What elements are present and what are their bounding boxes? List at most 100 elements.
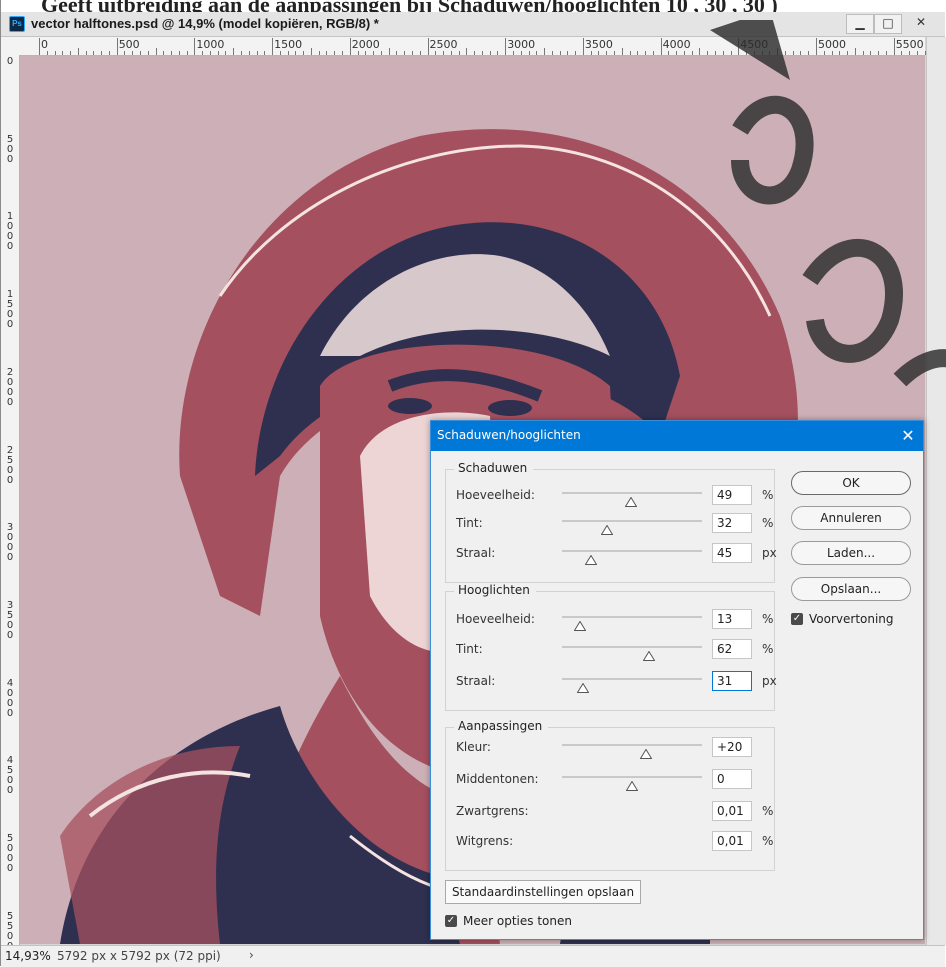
checkmark-icon: ✓: [792, 613, 802, 624]
value-input[interactable]: 49: [712, 485, 752, 505]
document-titlebar[interactable]: Ps vector halftones.psd @ 14,9% (model k…: [1, 12, 945, 37]
value-input[interactable]: +20: [712, 737, 752, 757]
value-input[interactable]: 0: [712, 769, 752, 789]
field-label: Kleur:: [456, 740, 491, 754]
ruler-minor-tick: [544, 48, 546, 55]
ruler-v-digit: 0: [6, 153, 14, 165]
preview-checkbox[interactable]: ✓: [791, 613, 803, 625]
value-input[interactable]: 32: [712, 513, 752, 533]
group-title: Schaduwen: [454, 461, 534, 475]
slider-track[interactable]: [562, 744, 702, 746]
dialog-title: Schaduwen/hooglichten: [437, 428, 581, 442]
ruler-h-label: 3500: [584, 38, 613, 51]
ruler-tick: [660, 38, 662, 55]
ruler-minor-tick: [62, 51, 64, 55]
zoom-level[interactable]: 14,93%: [5, 949, 51, 963]
slider-track[interactable]: [562, 678, 702, 680]
slider-track[interactable]: [562, 492, 702, 494]
ruler-minor-tick: [279, 51, 281, 55]
ruler-minor-tick: [287, 51, 289, 55]
ruler-minor-tick: [147, 51, 149, 55]
slider-thumb-icon[interactable]: [642, 651, 655, 661]
ruler-minor-tick: [163, 51, 165, 55]
ruler-minor-tick: [707, 51, 709, 55]
horizontal-ruler[interactable]: 0 500 1000 1500 2000 2500 3000 3500 4000 4500 5000…: [19, 37, 942, 56]
ruler-v-digit: 0: [6, 56, 14, 67]
ruler-h-label: 500: [118, 38, 140, 51]
ruler-minor-tick: [380, 51, 382, 55]
slider-thumb-icon[interactable]: [577, 683, 589, 693]
top-caption-text: Geeft uitbreiding aan de aanpassingen bi…: [41, 0, 778, 12]
value-input[interactable]: 31: [712, 671, 752, 691]
save-button[interactable]: Opslaan...: [791, 577, 911, 601]
slider-thumb-icon[interactable]: [640, 749, 652, 759]
ruler-h-label: 1000: [196, 38, 225, 51]
ruler-minor-tick: [676, 51, 678, 55]
slider-track[interactable]: [562, 550, 702, 552]
dialog-titlebar[interactable]: Schaduwen/hooglichten ✕: [431, 421, 923, 451]
slider-thumb-icon[interactable]: [600, 525, 613, 535]
ruler-minor-tick: [132, 51, 134, 55]
status-menu-arrow-icon[interactable]: ›: [249, 948, 254, 962]
ruler-minor-tick: [186, 51, 188, 55]
ruler-minor-tick: [691, 51, 693, 55]
slider-track[interactable]: [562, 520, 702, 522]
ruler-minor-tick: [551, 51, 553, 55]
slider-track[interactable]: [562, 616, 702, 618]
value-input[interactable]: 0,01: [712, 801, 752, 821]
value-input[interactable]: 45: [712, 543, 752, 563]
field-label: Witgrens:: [456, 834, 514, 848]
ruler-minor-tick: [334, 51, 336, 55]
ruler-tick: [582, 38, 584, 55]
slider-track[interactable]: [562, 646, 702, 648]
ruler-minor-tick: [847, 51, 849, 55]
dialog-close-icon[interactable]: ✕: [893, 421, 923, 451]
ruler-minor-tick: [753, 51, 755, 55]
minimize-button[interactable]: ▁: [846, 14, 874, 34]
minimize-icon: ▁: [855, 16, 865, 30]
save-defaults-button[interactable]: Standaardinstellingen opslaan: [445, 880, 641, 904]
ruler-minor-tick: [862, 51, 864, 55]
ruler-minor-tick: [466, 48, 468, 55]
maximize-button[interactable]: □: [874, 14, 902, 34]
ruler-v-digit: 0: [6, 863, 14, 874]
ruler-minor-tick: [241, 51, 243, 55]
ruler-minor-tick: [225, 51, 227, 55]
document-size: 5792 px x 5792 px (72 ppi): [57, 949, 221, 963]
slider-track[interactable]: [562, 776, 702, 778]
load-button[interactable]: Laden...: [791, 541, 911, 565]
slider-thumb-icon[interactable]: [624, 497, 637, 507]
ruler-tick: [505, 38, 507, 55]
ruler-minor-tick: [870, 51, 872, 55]
ruler-minor-tick: [839, 51, 841, 55]
ok-button[interactable]: OK: [791, 471, 911, 495]
ruler-minor-tick: [792, 51, 794, 55]
unit-label: %: [762, 516, 774, 530]
ruler-minor-tick: [520, 51, 522, 55]
ruler-v-digit: 0: [6, 464, 14, 476]
value-input[interactable]: 62: [712, 639, 752, 659]
ruler-minor-tick: [528, 51, 530, 55]
value-input[interactable]: 13: [712, 609, 752, 629]
vertical-ruler[interactable]: 0500100015002000250030003500400045005000…: [1, 55, 20, 951]
slider-thumb-icon[interactable]: [574, 621, 587, 631]
ruler-minor-tick: [590, 51, 592, 55]
slider-thumb-icon[interactable]: [585, 555, 598, 565]
ruler-minor-tick: [831, 51, 833, 55]
ruler-minor-tick: [878, 51, 880, 55]
ruler-minor-tick: [217, 51, 219, 55]
ruler-minor-tick: [598, 51, 600, 55]
ruler-tick: [893, 38, 895, 55]
cancel-button[interactable]: Annuleren: [791, 506, 911, 530]
value-input[interactable]: 0,01: [712, 831, 752, 851]
ruler-corner[interactable]: [1, 37, 20, 56]
ruler-tick: [116, 38, 118, 55]
photoshop-app-icon: Ps: [9, 16, 25, 32]
slider-thumb-icon[interactable]: [626, 781, 638, 791]
close-window-button[interactable]: ✕: [904, 14, 938, 32]
ruler-minor-tick: [419, 51, 421, 55]
more-options-checkbox[interactable]: ✓: [445, 915, 457, 927]
field-label: Hoeveelheid:: [456, 488, 535, 502]
vertical-scrollbar[interactable]: [926, 37, 946, 945]
ruler-minor-tick: [699, 48, 701, 55]
